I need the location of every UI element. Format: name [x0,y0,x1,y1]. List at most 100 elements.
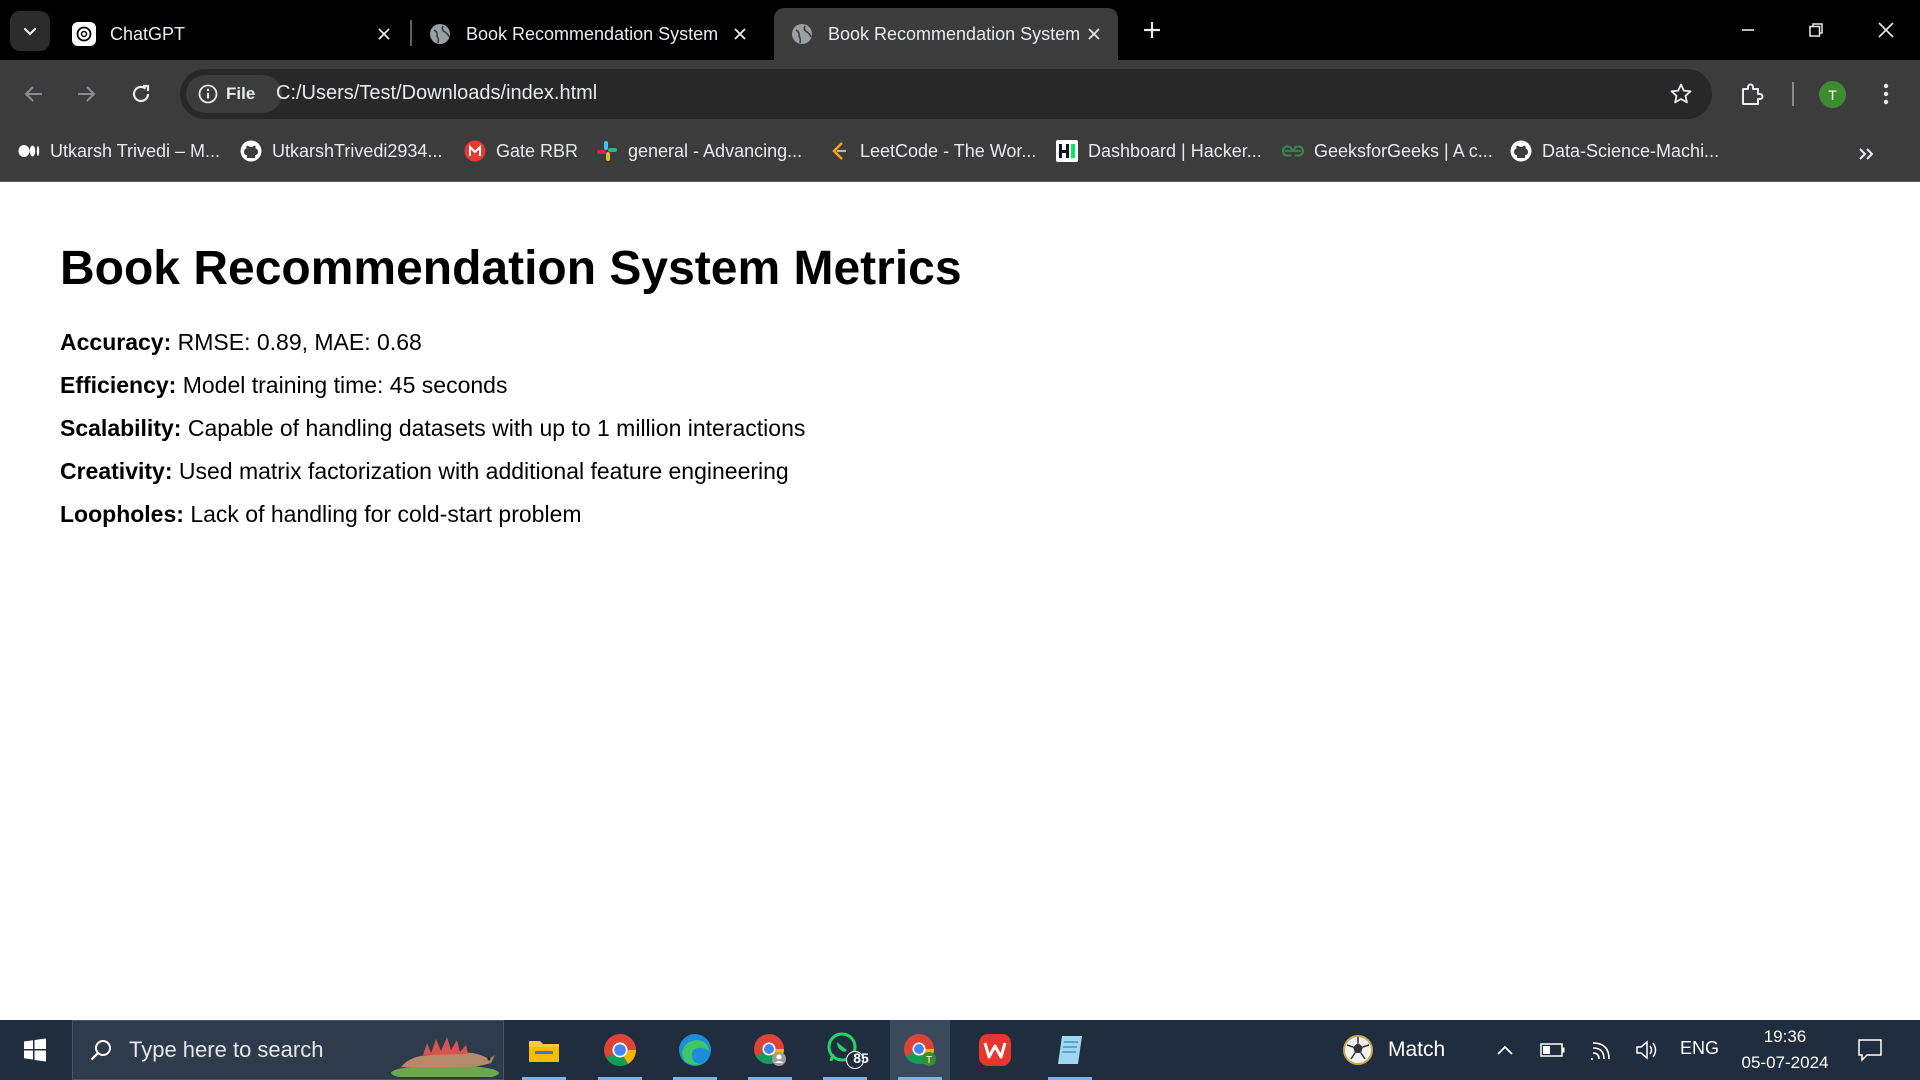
bookmark-medium[interactable]: Utkarsh Trivedi – M... [18,136,220,166]
show-hidden-icons-button[interactable] [1490,1034,1520,1066]
metric-scalability: Scalability: Capable of handling dataset… [60,415,805,442]
volume-control[interactable] [1633,1034,1663,1066]
windows-taskbar: Type here to search 85 T Match ENG 19:36… [0,1020,1920,1080]
bookmark-label: Gate RBR [496,140,579,161]
url-text[interactable]: C:/Users/Test/Downloads/index.html [276,82,597,105]
metric-label: Creativity: [60,458,173,484]
weather-widget[interactable]: Match [1342,1020,1445,1080]
notification-icon [1858,1039,1882,1062]
close-window-button[interactable] [1862,10,1910,50]
chrome-icon [604,1034,637,1067]
bookmark-slack-general[interactable]: general - Advancing... [596,136,802,166]
metric-creativity: Creativity: Used matrix factorization wi… [60,458,789,485]
bookmark-label: general - Advancing... [628,140,803,161]
tab-strip: ChatGPT Book Recommendation System Book … [0,0,1920,60]
globe-icon [428,22,452,46]
taskbar-edge[interactable] [665,1020,725,1080]
close-tab-icon[interactable] [370,20,398,48]
bookmark-leetcode[interactable]: LeetCode - The Wor... [828,136,1036,166]
leetcode-icon [828,140,850,162]
taskbar-notepad[interactable] [1040,1020,1100,1080]
kebab-menu-icon [1883,83,1889,105]
bookmark-github-profile[interactable]: UtkarshTrivedi2934... [240,136,442,166]
battery-icon [1540,1043,1565,1057]
double-chevron-right-icon [1859,148,1874,160]
bookmark-gate-rbr[interactable]: Gate RBR [464,136,578,166]
minimize-icon [1742,29,1754,31]
notifications-button[interactable] [1850,1032,1890,1068]
profile-avatar[interactable]: T [1819,81,1846,108]
bookmark-star-button[interactable] [1668,81,1694,107]
star-icon [1670,83,1692,104]
tab-chatgpt[interactable]: ChatGPT [56,8,408,60]
bookmark-label: LeetCode - The Wor... [860,140,1037,161]
address-bar[interactable]: File C:/Users/Test/Downloads/index.html [180,69,1712,119]
chevron-down-icon [23,27,37,36]
close-tab-icon[interactable] [1080,20,1108,48]
network-status[interactable] [1586,1034,1616,1066]
arrow-right-icon [78,86,96,102]
bookmarks-bar: Utkarsh Trivedi – M... UtkarshTrivedi293… [0,126,1920,182]
gate-icon [464,140,486,162]
notepad-icon [1058,1036,1082,1064]
globe-icon [790,22,814,46]
back-button[interactable] [16,76,52,112]
weather-label: Match [1388,1038,1446,1061]
notification-badge: 85 [853,1050,869,1066]
close-tab-icon[interactable] [726,20,754,48]
file-explorer-icon [529,1041,559,1062]
forward-button[interactable] [68,76,104,112]
edge-icon [679,1034,711,1066]
taskbar-chrome[interactable] [590,1020,650,1080]
taskbar-chrome-active[interactable]: T [890,1020,950,1080]
metric-value: Used matrix factorization with additiona… [178,458,789,484]
chrome-profile-icon [754,1034,786,1066]
bookmark-geeksforgeeks[interactable]: GeeksforGeeks | A c... [1282,136,1493,166]
taskbar-chrome-profile[interactable] [740,1020,800,1080]
metric-label: Loopholes: [60,501,184,527]
tab-search-button[interactable] [10,11,50,51]
restore-button[interactable] [1792,10,1840,50]
battery-status[interactable] [1538,1034,1568,1066]
metric-accuracy: Accuracy: RMSE: 0.89, MAE: 0.68 [60,329,422,356]
medium-icon [18,140,40,162]
system-clock[interactable]: 19:36 05-07-2024 [1730,1024,1840,1076]
taskbar-wps-office[interactable] [965,1020,1025,1080]
metric-value: RMSE: 0.89, MAE: 0.68 [177,329,422,355]
taskbar-file-explorer[interactable] [514,1020,574,1080]
input-language[interactable]: ENG [1680,1038,1719,1059]
clock-time: 19:36 [1763,1027,1807,1046]
minimize-button[interactable] [1724,10,1772,50]
tab-book-recommendation-active[interactable]: Book Recommendation System [774,8,1118,60]
clock-date: 05-07-2024 [1741,1053,1829,1072]
dinosaur-illustration-icon [391,1025,499,1080]
tab-book-recommendation-1[interactable]: Book Recommendation System [412,8,764,60]
windows-logo-icon [24,1038,46,1062]
toolbar-divider [1792,82,1794,106]
start-button[interactable] [0,1020,70,1080]
more-bookmarks-button[interactable] [1852,140,1880,168]
soccer-ball-icon [1342,1034,1374,1066]
metric-value: Model training time: 45 seconds [182,372,508,398]
taskbar-search-box[interactable]: Type here to search [72,1020,504,1080]
page-content: Book Recommendation System Metrics Accur… [0,183,1920,1020]
arrow-left-icon [24,86,42,102]
metric-label: Accuracy: [60,329,172,355]
taskbar-whatsapp[interactable]: 85 [815,1020,875,1080]
metric-value: Lack of handling for cold-start problem [190,501,582,527]
tab-title: Book Recommendation System [466,23,719,44]
new-tab-button[interactable] [1136,14,1168,46]
extensions-button[interactable] [1736,78,1768,110]
github-icon [1510,140,1532,162]
metric-value: Capable of handling datasets with up to … [187,415,806,441]
geeksforgeeks-icon [1282,140,1304,162]
reload-button[interactable] [123,76,159,112]
bookmark-hackerrank[interactable]: Dashboard | Hacker... [1056,136,1262,166]
browser-menu-button[interactable] [1874,78,1898,110]
bookmark-github-data-science[interactable]: Data-Science-Machi... [1510,136,1719,166]
bookmark-label: GeeksforGeeks | A c... [1314,140,1493,161]
tab-title: ChatGPT [110,23,186,44]
site-info-chip[interactable]: File [186,75,282,113]
metric-label: Efficiency: [60,372,177,398]
close-icon [1878,22,1894,38]
